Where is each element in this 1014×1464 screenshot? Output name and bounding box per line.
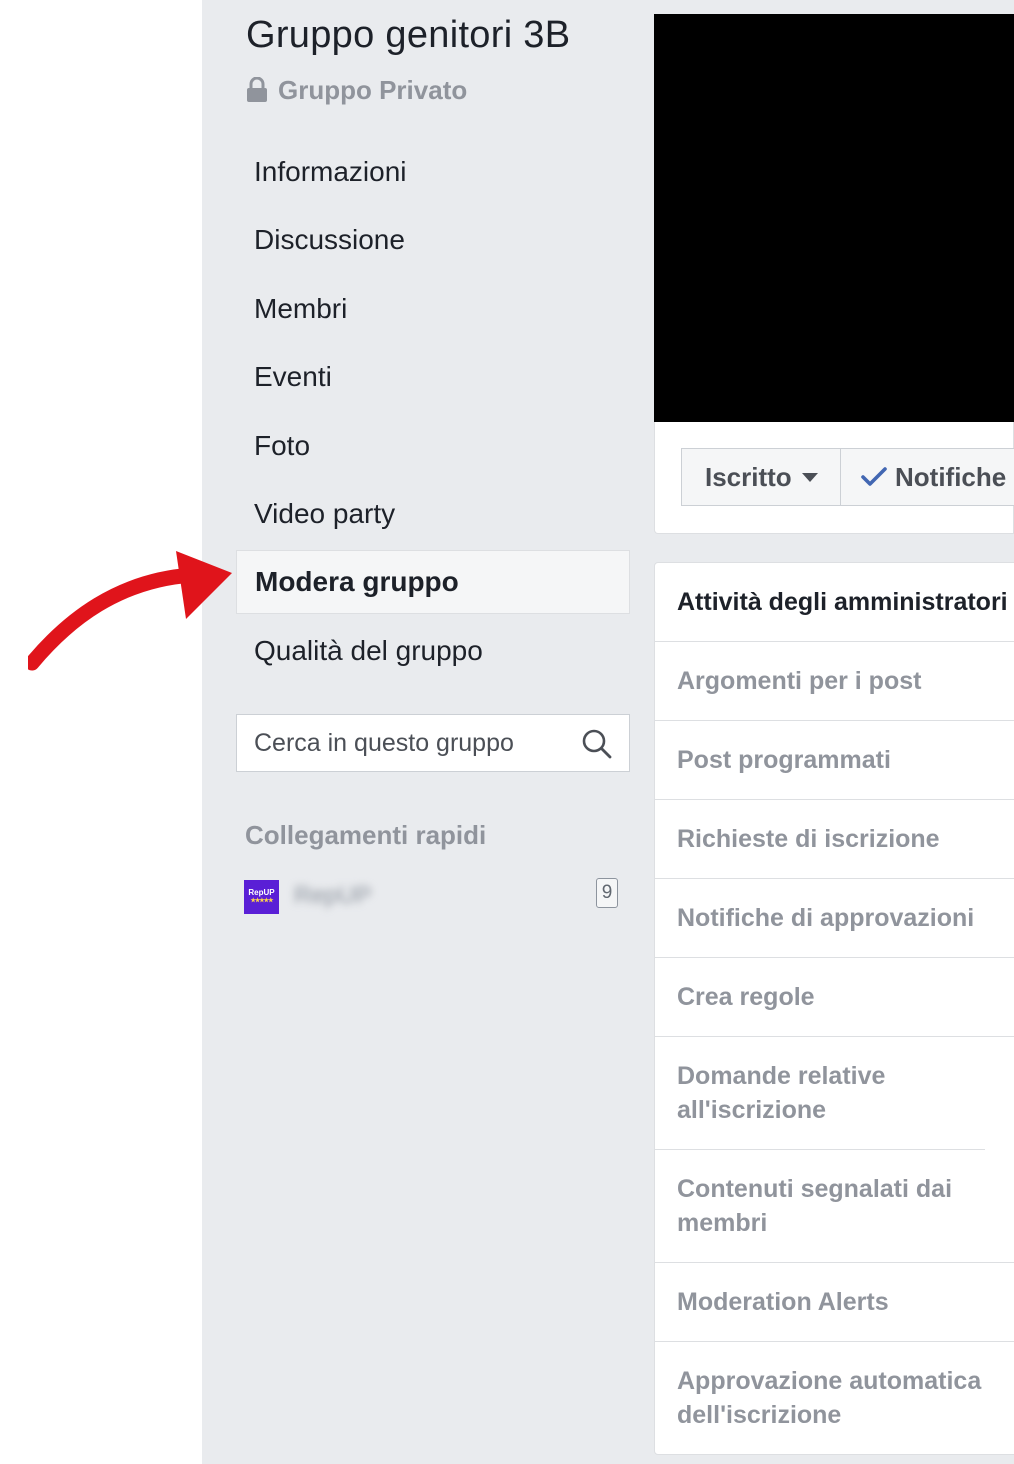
admin-item-attivita-amministratori[interactable]: Attività degli amministratori [655,563,1014,642]
nav-item-label: Informazioni [254,156,407,187]
admin-tools-panel: Attività degli amministratori Argomenti … [654,562,1014,1455]
nav-item-label: Eventi [254,361,332,393]
group-action-bar: Iscritto Notifiche [654,422,1014,534]
nav-item-foto[interactable]: Foto [236,414,630,478]
joined-button[interactable]: Iscritto [681,448,841,506]
repup-logo-icon: RepUP ★★★★★ [244,880,279,914]
admin-item-richieste-iscrizione[interactable]: Richieste di iscrizione [655,800,1014,879]
joined-button-label: Iscritto [705,461,792,492]
lock-icon [246,77,268,103]
nav-item-label: Foto [254,429,311,461]
search-icon[interactable] [581,728,613,760]
quick-link-label: RepUP [294,882,372,909]
admin-item-post-programmati[interactable]: Post programmati [655,721,1014,800]
admin-item-label: Approvazione automatica dell'iscrizione [677,1367,982,1429]
nav-item-informazioni[interactable]: Informazioni [236,140,630,204]
logo-text: RepUP [248,888,275,897]
admin-item-notifiche-approvazioni[interactable]: Notifiche di approvazioni [655,879,1014,958]
quick-link-item[interactable]: RepUP ★★★★★ RepUP 9 [244,876,624,916]
admin-item-label: Notifiche di approvazioni [677,904,975,932]
admin-item-label: Moderation Alerts [677,1288,889,1316]
group-privacy-label: Gruppo Privato [278,74,468,105]
admin-item-domande-iscrizione[interactable]: Domande relative all'iscrizione [655,1037,985,1150]
admin-item-label: Richieste di iscrizione [677,825,940,853]
admin-item-moderation-alerts[interactable]: Moderation Alerts [655,1263,1014,1342]
cover-photo[interactable] [654,14,1014,422]
nav-item-modera-gruppo[interactable]: Modera gruppo [236,550,630,615]
nav-item-label: Qualità del gruppo [254,634,483,666]
nav-item-label: Membri [254,292,348,324]
search-input[interactable] [254,728,554,758]
red-arrow-annotation [28,551,232,671]
nav-item-video-party[interactable]: Video party [236,482,630,546]
group-nav: Informazioni Discussione Membri Eventi F… [236,140,630,687]
nav-item-membri[interactable]: Membri [236,277,630,341]
count-badge: 9 [596,878,618,908]
nav-item-qualita-gruppo[interactable]: Qualità del gruppo [236,619,630,683]
nav-item-label: Video party [254,497,396,529]
notifications-button[interactable]: Notifiche [840,448,1014,506]
caret-down-icon [801,472,818,482]
nav-item-eventi[interactable]: Eventi [236,345,630,409]
admin-item-label: Argomenti per i post [677,667,922,695]
group-title[interactable]: Gruppo genitori 3B [246,14,570,57]
admin-item-label: Domande relative all'iscrizione [677,1062,886,1124]
nav-item-label: Modera gruppo [255,566,459,598]
admin-item-approvazione-automatica[interactable]: Approvazione automatica dell'iscrizione [655,1342,1014,1454]
nav-item-label: Discussione [254,224,405,256]
admin-item-label: Attività degli amministratori [677,588,1008,616]
check-icon [861,466,887,488]
quick-links-title: Collegamenti rapidi [245,820,487,850]
admin-item-crea-regole[interactable]: Crea regole [655,958,1014,1037]
group-search [236,714,630,772]
admin-item-argomenti-post[interactable]: Argomenti per i post [655,642,1014,721]
admin-item-label: Post programmati [677,746,891,774]
stars-icon: ★★★★★ [250,898,274,904]
notifications-button-label: Notifiche [895,461,1007,492]
admin-item-contenuti-segnalati[interactable]: Contenuti segnalati dai membri [655,1150,1014,1263]
admin-item-label: Crea regole [677,983,815,1011]
group-privacy: Gruppo Privato [246,72,467,108]
nav-item-discussione[interactable]: Discussione [236,208,630,272]
admin-item-label: Contenuti segnalati dai membri [677,1175,953,1237]
